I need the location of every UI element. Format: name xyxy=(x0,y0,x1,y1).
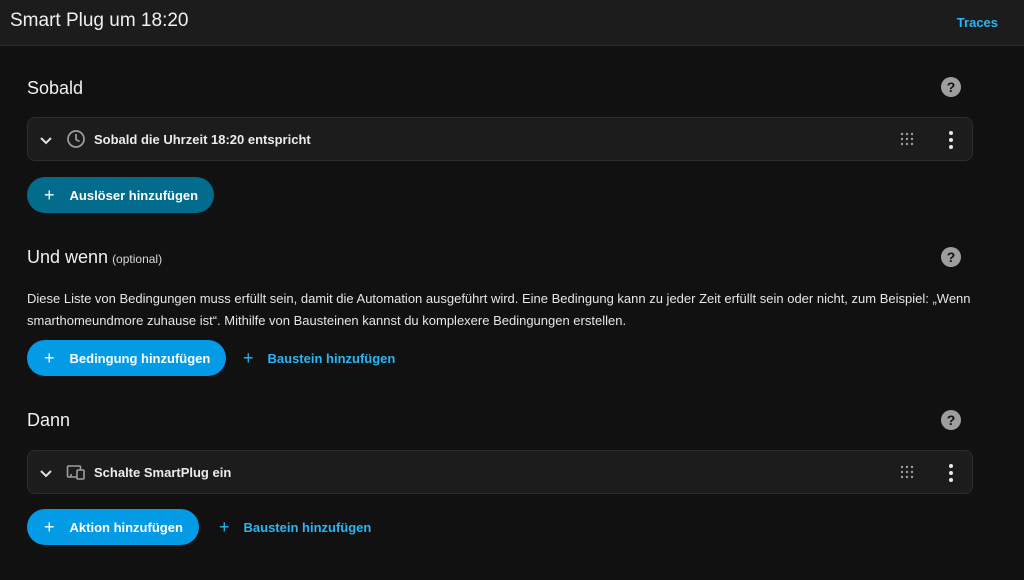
add-condition-block-button[interactable]: + Baustein hinzufügen xyxy=(243,349,395,367)
add-action-button[interactable]: + Aktion hinzufügen xyxy=(27,509,199,545)
drag-grid-icon[interactable] xyxy=(900,465,914,479)
plus-icon: + xyxy=(243,348,254,368)
optional-hint: (optional) xyxy=(112,252,163,266)
clock-icon xyxy=(67,130,85,148)
trigger-section-heading: Sobald xyxy=(27,78,84,98)
trigger-card[interactable]: Sobald die Uhrzeit 18:20 entspricht xyxy=(27,117,973,161)
add-action-block-label: Baustein hinzufügen xyxy=(243,519,372,535)
page-title: Smart Plug um 18:20 xyxy=(10,10,189,31)
condition-description: Diese Liste von Bedingungen muss erfüllt… xyxy=(27,291,971,328)
action-card-label: Schalte SmartPlug ein xyxy=(94,465,232,480)
traces-button[interactable]: Traces xyxy=(957,15,998,30)
add-action-label: Aktion hinzufügen xyxy=(69,519,183,535)
devices-icon xyxy=(66,465,85,480)
help-icon[interactable]: ? xyxy=(941,77,961,97)
action-card[interactable]: Schalte SmartPlug ein xyxy=(27,450,973,494)
condition-section-title: Und wenn (optional) xyxy=(27,247,162,268)
action-section-title: Dann xyxy=(27,410,70,431)
help-icon[interactable]: ? xyxy=(941,247,961,267)
add-trigger-button[interactable]: + Auslöser hinzufügen xyxy=(27,177,215,213)
plus-icon: + xyxy=(44,348,55,368)
dots-vertical-icon[interactable] xyxy=(942,463,960,483)
plus-icon: + xyxy=(44,517,55,537)
condition-section-heading: Und wenn xyxy=(27,247,109,267)
chevron-down-icon[interactable] xyxy=(38,132,54,148)
dots-vertical-icon[interactable] xyxy=(942,130,960,150)
add-action-block-button[interactable]: + Baustein hinzufügen xyxy=(219,518,371,536)
plus-icon: + xyxy=(44,185,55,205)
help-icon[interactable]: ? xyxy=(941,410,961,430)
trigger-section-title: Sobald xyxy=(27,78,83,99)
plus-icon: + xyxy=(219,517,230,537)
drag-grid-icon[interactable] xyxy=(900,132,914,146)
trigger-card-label: Sobald die Uhrzeit 18:20 entspricht xyxy=(94,132,311,147)
add-trigger-label: Auslöser hinzufügen xyxy=(69,187,199,203)
add-condition-label: Bedingung hinzufügen xyxy=(69,350,211,366)
top-app-bar: Smart Plug um 18:20 Traces xyxy=(0,0,1024,46)
add-condition-block-label: Baustein hinzufügen xyxy=(267,350,396,366)
add-condition-button[interactable]: + Bedingung hinzufügen xyxy=(27,340,227,376)
action-section-heading: Dann xyxy=(27,410,71,430)
chevron-down-icon[interactable] xyxy=(38,465,54,481)
